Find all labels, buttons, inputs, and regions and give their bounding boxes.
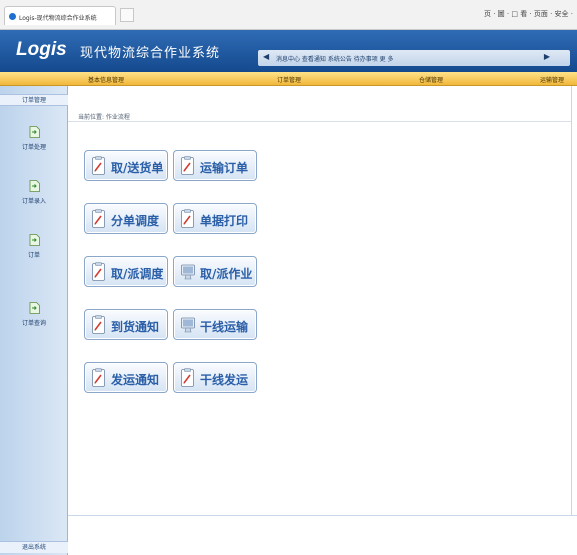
ticker-text[interactable]: 消息中心 查看通知 系统公告 待办事项 更 多: [276, 54, 394, 63]
sidebar-item-label: 订单录入: [21, 198, 46, 205]
monitor-icon: [181, 317, 195, 333]
content-frame-border: [571, 86, 577, 555]
sidebar-item-order-processing[interactable]: 订单处理: [16, 126, 52, 160]
document-pen-icon: [92, 368, 105, 387]
pickup-operation-button[interactable]: 取/派作业: [173, 256, 257, 287]
menu-item-basic-info[interactable]: 基本信息管理: [88, 75, 124, 84]
sidebar-item-order-entry[interactable]: 订单录入: [16, 180, 52, 214]
system-title: 现代物流综合作业系统: [80, 45, 221, 60]
sidebar-item-label: 订单查询: [21, 320, 46, 327]
sidebar-item-order[interactable]: 订单: [16, 234, 52, 268]
arrival-notice-button[interactable]: 到货通知: [84, 309, 168, 340]
sidebar: 订单管理 订单处理 订单录入 订单 订单查询 退出系统: [0, 86, 68, 555]
document-print-button[interactable]: 单据打印: [173, 203, 257, 234]
browser-tools[interactable]: 页 · 圖 · □ 看 · 页面 · 安全 ·: [484, 9, 573, 19]
document-pen-icon: [181, 156, 194, 175]
shipment-notice-button[interactable]: 发运通知: [84, 362, 168, 393]
new-tab-button[interactable]: [120, 8, 134, 22]
document-arrow-icon: [29, 302, 40, 314]
menu-item-orders[interactable]: 订单管理: [277, 75, 301, 84]
pickup-delivery-order-button[interactable]: 取/送货单: [84, 150, 168, 181]
sidebar-item-order-query[interactable]: 订单查询: [16, 302, 52, 336]
split-dispatch-button[interactable]: 分单调度: [84, 203, 168, 234]
document-pen-icon: [92, 315, 105, 334]
browser-tab-title: Logis-现代物流综合作业系统: [19, 15, 97, 22]
trunk-shipment-button[interactable]: 干线发运: [173, 362, 257, 393]
main-menu: 基本信息管理 订单管理 仓储管理 运输管理: [0, 72, 577, 86]
trunk-transport-button[interactable]: 干线运输: [173, 309, 257, 340]
document-arrow-icon: [29, 180, 40, 192]
button-label: 单据打印: [200, 214, 249, 228]
breadcrumb: 当前位置: 作业流程: [68, 108, 577, 122]
ticker-right-arrow-icon[interactable]: ▶: [544, 52, 550, 61]
app-window: Logis-现代物流综合作业系统 页 · 圖 · □ 看 · 页面 · 安全 ·…: [0, 0, 577, 555]
content-footer: [68, 515, 577, 555]
browser-toolbar: Logis-现代物流综合作业系统 页 · 圖 · □ 看 · 页面 · 安全 ·: [0, 0, 577, 30]
ie-icon: [9, 13, 16, 20]
menu-item-warehouse[interactable]: 仓储管理: [419, 75, 443, 84]
app-logo: Logis: [16, 39, 67, 60]
pickup-dispatch-button[interactable]: 取/派调度: [84, 256, 168, 287]
document-pen-icon: [181, 368, 194, 387]
document-arrow-icon: [29, 234, 40, 246]
monitor-icon: [181, 264, 195, 280]
logout-link[interactable]: 退出系统: [0, 541, 68, 553]
ticker-left-arrow-icon[interactable]: ◀: [263, 52, 269, 61]
sidebar-header: 订单管理: [0, 94, 68, 106]
transport-order-button[interactable]: 运输订单: [173, 150, 257, 181]
sidebar-item-label: 订单处理: [21, 144, 46, 151]
document-pen-icon: [92, 156, 105, 175]
document-pen-icon: [181, 209, 194, 228]
news-ticker: ◀ 消息中心 查看通知 系统公告 待办事项 更 多 ▶: [258, 50, 570, 66]
button-label: 发运通知: [111, 373, 160, 387]
document-pen-icon: [92, 262, 105, 281]
button-label: 取/送货单: [111, 161, 164, 175]
sidebar-item-label: 订单: [27, 252, 40, 259]
app-header: Logis 现代物流综合作业系统 ◀ 消息中心 查看通知 系统公告 待办事项 更…: [0, 30, 577, 72]
button-label: 干线发运: [200, 373, 249, 387]
menu-item-transport[interactable]: 运输管理: [540, 75, 564, 84]
button-label: 取/派调度: [111, 267, 164, 281]
button-label: 取/派作业: [200, 267, 253, 281]
button-label: 分单调度: [111, 214, 160, 228]
browser-tab[interactable]: Logis-现代物流综合作业系统: [4, 6, 116, 25]
button-label: 运输订单: [200, 161, 249, 175]
button-label: 干线运输: [200, 320, 249, 334]
document-pen-icon: [92, 209, 105, 228]
document-arrow-icon: [29, 126, 40, 138]
button-label: 到货通知: [111, 320, 160, 334]
